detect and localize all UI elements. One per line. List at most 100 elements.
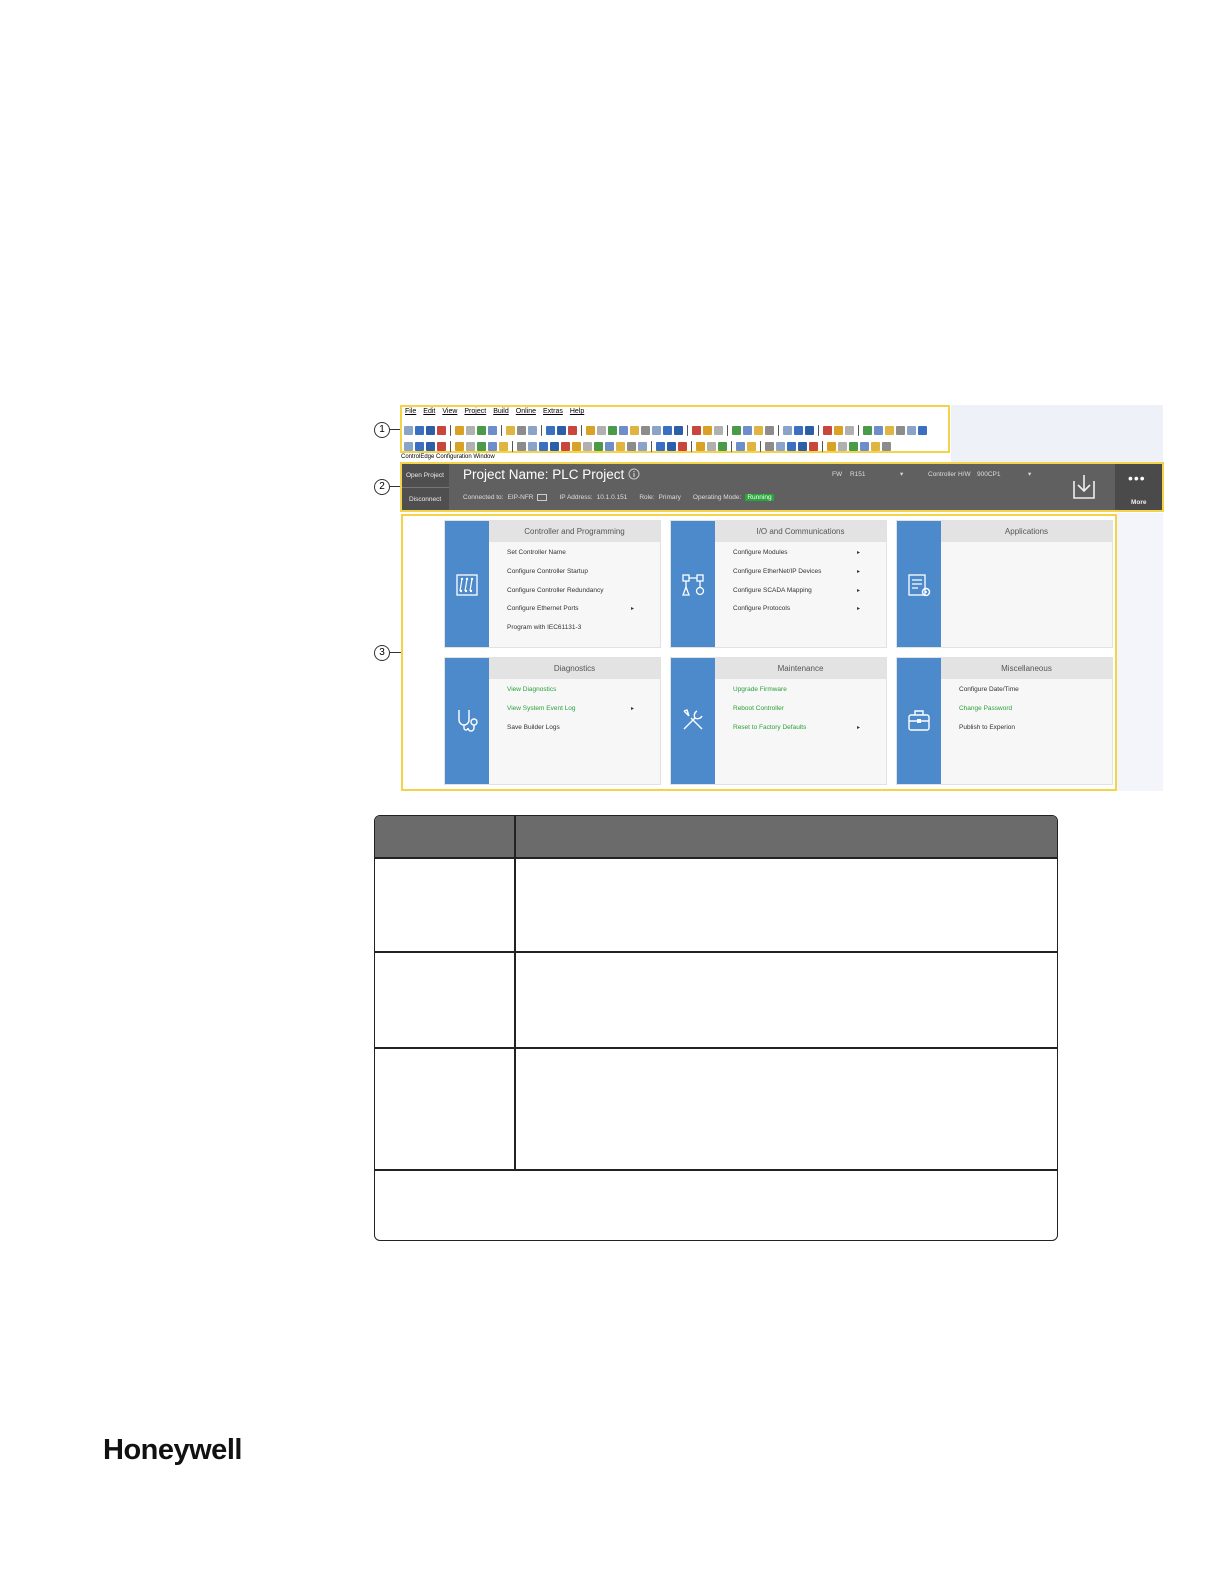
toolbar-tool-icon[interactable] — [732, 425, 741, 435]
toolbar-tool-icon[interactable] — [838, 441, 847, 451]
toolbar-tool-icon[interactable] — [557, 425, 566, 435]
open-project-button[interactable]: Open Project — [406, 472, 444, 479]
toolbar-tool-icon[interactable] — [834, 425, 843, 435]
toolbar-tool-icon[interactable] — [860, 441, 869, 451]
menu-extras[interactable]: Extras — [543, 408, 563, 420]
tile-menu-item[interactable]: View Diagnostics — [507, 686, 638, 705]
toolbar-tool-icon[interactable] — [616, 441, 625, 451]
menu-build[interactable]: Build — [493, 408, 509, 420]
toolbar-tool-icon[interactable] — [426, 441, 435, 451]
toolbar-tool-icon[interactable] — [907, 425, 916, 435]
toolbar-tool-icon[interactable] — [656, 441, 665, 451]
toolbar-tool-icon[interactable] — [714, 425, 723, 435]
chevron-right-icon[interactable]: ▸ — [631, 705, 634, 712]
toolbar-tool-icon[interactable] — [550, 441, 559, 451]
tile-menu-item[interactable]: Change Password — [959, 705, 1090, 724]
chevron-right-icon[interactable]: ▸ — [857, 568, 860, 575]
toolbar-tool-icon[interactable] — [641, 425, 650, 435]
more-icon[interactable]: ••• — [1128, 471, 1146, 485]
tile-menu-item[interactable]: Configure Controller Redundancy — [507, 587, 638, 606]
menu-file[interactable]: File — [405, 408, 416, 420]
toolbar-tool-icon[interactable] — [630, 425, 639, 435]
toolbar-tool-icon[interactable] — [885, 425, 894, 435]
toolbar-tool-icon[interactable] — [696, 441, 705, 451]
toolbar-tool-icon[interactable] — [849, 441, 858, 451]
tile-menu-item[interactable]: Reboot Controller — [733, 705, 864, 724]
toolbar-tool-icon[interactable] — [499, 441, 508, 451]
toolbar-tool-icon[interactable] — [638, 441, 647, 451]
toolbar-tool-icon[interactable] — [882, 441, 891, 451]
toolbar-tool-icon[interactable] — [528, 441, 537, 451]
toolbar-tool-icon[interactable] — [918, 425, 927, 435]
menu-project[interactable]: Project — [464, 408, 486, 420]
toolbar-tool-icon[interactable] — [674, 425, 683, 435]
tile-menu-item[interactable]: Upgrade Firmware — [733, 686, 864, 705]
toolbar-tool-icon[interactable] — [667, 441, 676, 451]
tile-menu-item[interactable]: Configure Controller Startup — [507, 568, 638, 587]
toolbar-tool-icon[interactable] — [798, 441, 807, 451]
toolbar-tool-icon[interactable] — [488, 441, 497, 451]
tile-menu-item[interactable]: View System Event Log ▸ — [507, 705, 638, 724]
toolbar-tool-icon[interactable] — [765, 441, 774, 451]
chevron-down-icon[interactable]: ▾ — [900, 470, 903, 478]
toolbar-tool-icon[interactable] — [619, 425, 628, 435]
toolbar-tool-icon[interactable] — [776, 441, 785, 451]
toolbar-tool-icon[interactable] — [794, 425, 803, 435]
toolbar-tool-icon[interactable] — [783, 425, 792, 435]
toolbar-tool-icon[interactable] — [703, 425, 712, 435]
toolbar-tool-icon[interactable] — [678, 441, 687, 451]
toolbar-tool-icon[interactable] — [863, 425, 872, 435]
toolbar-tool-icon[interactable] — [652, 425, 661, 435]
tile-menu-item[interactable]: Program with IEC61131-3 — [507, 624, 638, 643]
toolbar-tool-icon[interactable] — [561, 441, 570, 451]
toolbar-tool-icon[interactable] — [546, 425, 555, 435]
tile-menu-item[interactable]: Reset to Factory Defaults ▸ — [733, 724, 864, 743]
chevron-right-icon[interactable]: ▸ — [631, 605, 634, 612]
toolbar-tool-icon[interactable] — [415, 425, 424, 435]
toolbar-tool-icon[interactable] — [488, 425, 497, 435]
toolbar-tool-icon[interactable] — [477, 441, 486, 451]
tile-menu-item[interactable]: Set Controller Name — [507, 549, 638, 568]
disconnect-button[interactable]: Disconnect — [409, 496, 441, 503]
tile-menu-item[interactable]: Configure Ethernet Ports ▸ — [507, 605, 638, 624]
menu-online[interactable]: Online — [516, 408, 536, 420]
toolbar-tool-icon[interactable] — [597, 425, 606, 435]
info-icon[interactable] — [628, 468, 640, 480]
toolbar-tool-icon[interactable] — [404, 441, 413, 451]
toolbar-tool-icon[interactable] — [404, 425, 413, 435]
toolbar-tool-icon[interactable] — [627, 441, 636, 451]
toolbar-tool-icon[interactable] — [455, 441, 464, 451]
toolbar-tool-icon[interactable] — [743, 425, 752, 435]
toolbar-tool-icon[interactable] — [605, 441, 614, 451]
toolbar-tool-icon[interactable] — [871, 441, 880, 451]
toolbar-tool-icon[interactable] — [707, 441, 716, 451]
toolbar-tool-icon[interactable] — [528, 425, 537, 435]
chevron-right-icon[interactable]: ▸ — [857, 724, 860, 731]
tile-menu-item[interactable]: Publish to Experion — [959, 724, 1090, 743]
toolbar-tool-icon[interactable] — [608, 425, 617, 435]
tile-menu-item[interactable]: Configure Modules ▸ — [733, 549, 864, 568]
chevron-right-icon[interactable]: ▸ — [857, 587, 860, 594]
menu-view[interactable]: View — [442, 408, 457, 420]
toolbar-tool-icon[interactable] — [736, 441, 745, 451]
toolbar-tool-icon[interactable] — [692, 425, 701, 435]
toolbar-tool-icon[interactable] — [426, 425, 435, 435]
toolbar-tool-icon[interactable] — [718, 441, 727, 451]
toolbar-tool-icon[interactable] — [823, 425, 832, 435]
toolbar-tool-icon[interactable] — [845, 425, 854, 435]
menu-edit[interactable]: Edit — [423, 408, 435, 420]
toolbar-tool-icon[interactable] — [809, 441, 818, 451]
toolbar-tool-icon[interactable] — [466, 425, 475, 435]
tile-menu-item[interactable]: Configure Protocols ▸ — [733, 605, 864, 624]
toolbar-tool-icon[interactable] — [747, 441, 756, 451]
toolbar-tool-icon[interactable] — [415, 441, 424, 451]
toolbar-tool-icon[interactable] — [466, 441, 475, 451]
toolbar-tool-icon[interactable] — [594, 441, 603, 451]
hw-select[interactable]: 900CP1 — [977, 471, 1001, 478]
toolbar-tool-icon[interactable] — [437, 425, 446, 435]
tile-menu-item[interactable]: Configure Date/Time — [959, 686, 1090, 705]
toolbar-tool-icon[interactable] — [805, 425, 814, 435]
toolbar-tool-icon[interactable] — [583, 441, 592, 451]
toolbar-tool-icon[interactable] — [827, 441, 836, 451]
toolbar-tool-icon[interactable] — [539, 441, 548, 451]
